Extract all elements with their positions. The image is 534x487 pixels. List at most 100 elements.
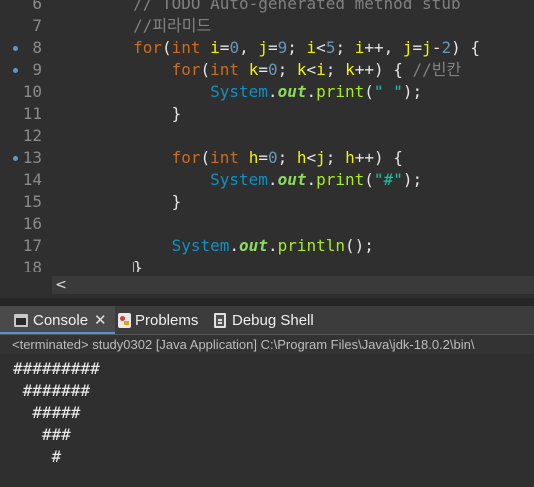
close-icon[interactable]: ✕ [94, 311, 107, 329]
code-token: j [402, 38, 413, 57]
code-token: ++, [364, 38, 403, 57]
tab-console[interactable]: Console ✕ [0, 306, 115, 334]
code-token: h [296, 148, 307, 167]
line-number-row[interactable]: 12 [0, 125, 52, 147]
text-cursor [133, 262, 134, 272]
line-number-row[interactable]: 10 [0, 81, 52, 103]
code-token: ( [161, 38, 172, 57]
code-token: 2 [441, 38, 452, 57]
code-token: ; [287, 38, 307, 57]
console-output-line: ####### [13, 381, 91, 400]
code-line[interactable]: } [56, 191, 182, 213]
code-token: j [316, 148, 326, 167]
line-number-row[interactable]: 14 [0, 169, 52, 191]
code-line[interactable]: //피라미드 [56, 15, 211, 37]
code-token: ( [364, 170, 374, 189]
code-line[interactable]: } [56, 257, 143, 272]
code-token: k [248, 60, 259, 79]
line-number-row[interactable]: 8 [0, 37, 52, 59]
code-token: "#" [373, 170, 403, 189]
code-token: out [239, 236, 268, 255]
code-area[interactable]: // TODO Auto-generated method stub //피라미… [56, 0, 534, 272]
code-token: k [296, 60, 307, 79]
console-output-line: # [13, 447, 62, 466]
line-number: 8 [32, 38, 42, 57]
line-number: 14 [22, 170, 42, 189]
console-icon [14, 313, 28, 327]
console-output[interactable]: ######### ####### ##### ### # [0, 354, 534, 487]
code-token: . [267, 170, 278, 189]
code-token: System [210, 170, 268, 189]
line-number: 13 [22, 148, 42, 167]
code-token: System [210, 82, 268, 101]
line-number-row[interactable]: 7 [0, 15, 52, 37]
code-token: ++) { [354, 148, 403, 167]
code-line[interactable]: } [56, 103, 182, 125]
line-number-row[interactable]: 16 [0, 213, 52, 235]
code-token: int [171, 38, 201, 57]
tab-problems[interactable]: Problems [118, 306, 212, 334]
horizontal-scrollbar[interactable]: < [0, 272, 534, 298]
code-token: < [306, 60, 317, 79]
console-output-line: ##### [13, 403, 81, 422]
line-number-row[interactable]: 15 [0, 191, 52, 213]
tab-debug-shell[interactable]: Debug Shell [214, 306, 324, 334]
line-number: 16 [22, 214, 42, 233]
code-token: (); [345, 236, 374, 255]
line-number-row[interactable]: 18 [0, 257, 52, 272]
code-token: i [210, 38, 220, 57]
code-token: . [306, 170, 317, 189]
line-number: 11 [22, 104, 42, 123]
line-number-row[interactable]: 6 [0, 0, 52, 15]
code-token: = [219, 38, 230, 57]
panel-divider[interactable] [0, 298, 534, 306]
tab-debug-shell-label: Debug Shell [232, 311, 314, 329]
code-line[interactable]: for(int k=0; k<i; k++) { //빈칸 [56, 59, 462, 81]
code-token: for [171, 60, 201, 79]
code-line[interactable]: // TODO Auto-generated method stub [56, 0, 461, 15]
code-token: . [229, 236, 240, 255]
line-number-row[interactable]: 13 [0, 147, 52, 169]
code-token: h [248, 148, 259, 167]
line-number-row[interactable]: 17 [0, 235, 52, 257]
scroll-left-arrow-icon[interactable]: < [52, 276, 70, 294]
line-number: 7 [32, 16, 42, 35]
code-token: ); [402, 170, 423, 189]
code-token: . [306, 82, 317, 101]
debug-shell-icon [214, 312, 226, 328]
code-line[interactable]: for(int i=0, j=9; i<5; i++, j=j-2) { [56, 37, 480, 59]
code-token: } [56, 258, 143, 272]
problems-icon [118, 312, 131, 328]
code-token: . [267, 82, 278, 101]
code-line[interactable]: System.out.println(); [56, 235, 374, 257]
line-number-gutter[interactable]: 678910111213141516171819 [0, 0, 52, 272]
code-token: < [316, 38, 326, 57]
code-token: for [133, 38, 162, 57]
code-token: for [171, 148, 201, 167]
code-token: int [210, 60, 240, 79]
line-number-row[interactable]: 11 [0, 103, 52, 125]
code-token: ; [277, 60, 297, 79]
code-token: k [345, 60, 355, 79]
line-number: 10 [22, 82, 42, 101]
code-editor[interactable]: 678910111213141516171819 // TODO Auto-ge… [0, 0, 534, 272]
tab-console-label: Console [33, 311, 89, 329]
scrollbar-track[interactable] [52, 276, 534, 294]
line-number-row[interactable]: 9 [0, 59, 52, 81]
code-token: ; [325, 148, 346, 167]
code-token: ( [364, 82, 374, 101]
console-output-line: ######### [13, 359, 100, 378]
code-line[interactable]: for(int h=0; h<j; h++) { [56, 147, 403, 169]
code-token: " " [373, 82, 403, 101]
code-token: ); [402, 82, 423, 101]
code-line[interactable]: System.out.print("#"); [56, 169, 422, 191]
code-token: 0 [267, 148, 278, 167]
code-line[interactable]: System.out.print(" "); [56, 81, 422, 103]
code-token: ; [335, 38, 355, 57]
console-output-line: ### [13, 425, 71, 444]
